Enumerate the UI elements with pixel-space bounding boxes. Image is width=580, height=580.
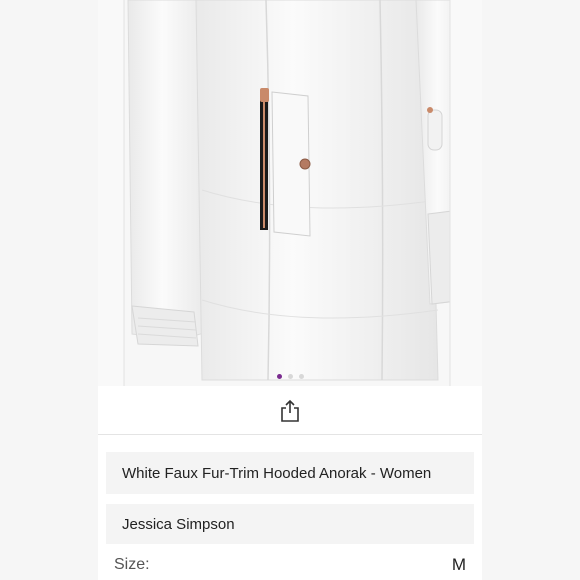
carousel-dot[interactable]	[276, 374, 282, 379]
share-bar	[98, 388, 482, 435]
listing-title-text: White Faux Fur-Trim Hooded Anorak - Wome…	[122, 464, 432, 482]
share-icon[interactable]	[280, 399, 300, 423]
size-row: Size: M	[114, 552, 466, 578]
left-margin	[0, 0, 98, 580]
right-margin	[482, 0, 580, 580]
listing-brand[interactable]: Jessica Simpson	[106, 504, 474, 544]
size-value: M	[451, 555, 466, 574]
brand-name: Jessica Simpson	[122, 515, 235, 533]
carousel-dot[interactable]	[298, 374, 304, 379]
listing-panel: White Faux Fur-Trim Hooded Anorak - Wome…	[98, 0, 482, 580]
product-photo	[98, 0, 482, 386]
size-label: Size:	[114, 556, 150, 573]
listing-title: White Faux Fur-Trim Hooded Anorak - Wome…	[106, 452, 474, 494]
product-image-carousel[interactable]	[98, 0, 482, 386]
carousel-dot[interactable]	[287, 374, 293, 379]
carousel-dots	[98, 374, 482, 382]
